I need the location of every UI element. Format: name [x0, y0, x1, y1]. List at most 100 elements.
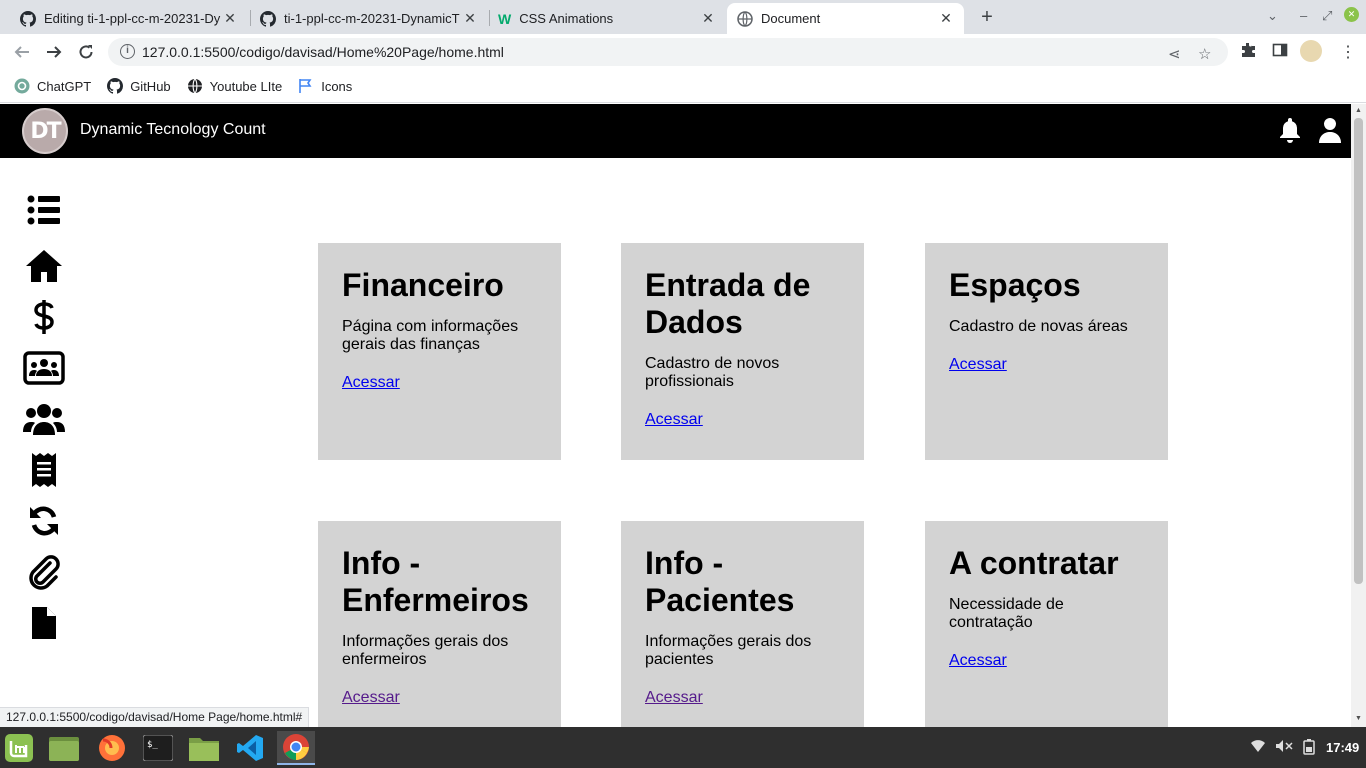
bookmark-chatgpt[interactable]: ChatGPT — [14, 78, 91, 94]
bookmark-label: Youtube LIte — [209, 78, 283, 94]
sidebar-item-documents[interactable] — [18, 603, 70, 643]
reload-button[interactable] — [74, 40, 98, 64]
site-logo[interactable]: DT — [22, 108, 68, 154]
sidebar-item-home[interactable] — [18, 246, 70, 286]
home-icon — [26, 250, 62, 282]
tab-search-icon[interactable]: ⌄ — [1267, 8, 1278, 24]
bookmark-icons[interactable]: Icons — [298, 78, 352, 94]
dollar-icon — [34, 300, 54, 334]
card-title: Espaços — [949, 267, 1081, 303]
globe-icon — [737, 10, 753, 27]
github-icon — [260, 10, 276, 27]
card-description: Cadastro de novos profissionais — [645, 355, 780, 390]
minimize-button[interactable]: – — [1300, 8, 1307, 23]
tab-title: Editing ti-1-ppl-cc-m-20231-Dy — [44, 11, 221, 26]
arrow-right-icon — [47, 46, 62, 58]
bookmark-github[interactable]: GitHub — [107, 78, 171, 94]
tab-editing-repo[interactable]: Editing ti-1-ppl-cc-m-20231-Dy ✕ — [10, 3, 248, 34]
sidebar-item-sync[interactable] — [18, 501, 70, 541]
firefox-icon[interactable] — [95, 731, 129, 765]
github-icon — [107, 78, 124, 94]
site-header: DT Dynamic Tecnology Count — [0, 104, 1351, 158]
terminal-icon[interactable]: $_ — [141, 731, 175, 765]
battery-icon[interactable] — [1302, 739, 1316, 758]
reload-icon — [79, 45, 93, 59]
card-description: Necessidade de contratação — [949, 596, 1064, 631]
tab-title: CSS Animations — [519, 11, 614, 26]
users-icon — [23, 404, 65, 435]
files-icon[interactable] — [47, 731, 81, 765]
close-icon[interactable]: ✕ — [462, 10, 478, 27]
globe-icon — [187, 78, 202, 94]
card-title: Financeiro — [342, 267, 504, 303]
tab-repo[interactable]: ti-1-ppl-cc-m-20231-DynamicT ✕ — [250, 3, 488, 34]
card-link-acessar[interactable]: Acessar — [645, 411, 703, 428]
chatgpt-icon — [14, 78, 30, 94]
share-icon[interactable]: ⋖ — [1168, 45, 1181, 63]
side-panel-icon[interactable] — [1272, 42, 1288, 62]
scroll-down-icon[interactable]: ▼ — [1355, 715, 1362, 722]
volume-muted-icon[interactable] — [1275, 739, 1293, 756]
more-menu-icon[interactable]: ⋮ — [1340, 42, 1356, 62]
receipt-icon — [32, 453, 56, 487]
bell-icon[interactable] — [1278, 116, 1302, 149]
card-link-acessar[interactable]: Acessar — [949, 356, 1007, 373]
back-button[interactable] — [10, 40, 34, 64]
card-title: Info - Enfermeiros — [342, 545, 529, 618]
vscode-icon[interactable] — [233, 731, 267, 765]
tab-document[interactable]: Document ✕ — [727, 3, 964, 34]
sidebar-item-receipt[interactable] — [18, 450, 70, 490]
chrome-icon[interactable] — [277, 731, 315, 765]
bookmarks-bar: ChatGPT GitHub Youtube LIte Icons — [0, 70, 1366, 103]
close-window-button[interactable]: ✕ — [1344, 7, 1359, 22]
profile-avatar[interactable] — [1300, 40, 1322, 62]
card-link-acessar[interactable]: Acessar — [949, 652, 1007, 669]
w3-icon: W — [498, 10, 512, 27]
card-a-contratar: A contratar Necessidade de contratação A… — [925, 521, 1168, 727]
user-icon[interactable] — [1318, 116, 1342, 149]
address-bar[interactable]: i 127.0.0.1:5500/codigo/davisad/Home%20P… — [108, 38, 1228, 66]
scroll-thumb[interactable] — [1354, 118, 1363, 584]
svg-text:$_: $_ — [147, 740, 158, 750]
sidebar-item-finance[interactable] — [18, 297, 70, 337]
scroll-up-icon[interactable]: ▲ — [1355, 107, 1362, 114]
sidebar-item-attachments[interactable] — [18, 552, 70, 592]
file-icon — [32, 607, 56, 639]
sidebar-item-team[interactable] — [18, 348, 70, 388]
card-title: A contratar — [949, 545, 1119, 581]
sidebar-item-people[interactable] — [18, 399, 70, 439]
github-icon — [20, 10, 36, 27]
extensions-puzzle-icon[interactable] — [1240, 42, 1256, 62]
card-link-acessar[interactable]: Acessar — [645, 689, 703, 706]
card-link-acessar[interactable]: Acessar — [342, 689, 400, 706]
close-icon[interactable]: ✕ — [938, 10, 954, 27]
bookmark-youtube[interactable]: Youtube LIte — [187, 78, 283, 94]
browser-tab-strip: Editing ti-1-ppl-cc-m-20231-Dy ✕ ti-1-pp… — [0, 0, 1366, 34]
close-icon[interactable]: ✕ — [700, 10, 716, 27]
tab-title: Document — [761, 11, 821, 26]
sidebar-item-menu[interactable] — [18, 190, 70, 230]
bookmark-star-icon[interactable]: ☆ — [1198, 45, 1211, 63]
mint-menu-icon[interactable] — [2, 731, 36, 765]
forward-button[interactable] — [42, 40, 66, 64]
new-tab-button[interactable]: + — [977, 6, 997, 29]
card-financeiro: Financeiro Página com informações gerais… — [318, 243, 561, 460]
url-text: 127.0.0.1:5500/codigo/davisad/Home%20Pag… — [142, 44, 504, 60]
info-icon[interactable]: i — [120, 44, 135, 59]
clock[interactable]: 17:49 — [1326, 740, 1359, 755]
maximize-button[interactable]: ⤢ — [1322, 8, 1332, 24]
card-espacos: Espaços Cadastro de novas áreas Acessar — [925, 243, 1168, 460]
bookmark-label: ChatGPT — [37, 78, 92, 94]
link-status-bubble: 127.0.0.1:5500/codigo/davisad/Home Page/… — [0, 707, 310, 727]
wifi-icon[interactable] — [1250, 739, 1266, 756]
card-info-enfermeiros: Info - Enfermeiros Informações gerais do… — [318, 521, 561, 727]
card-link-acessar[interactable]: Acessar — [342, 374, 400, 391]
card-description: Cadastro de novas áreas — [949, 318, 1128, 335]
tab-css-animations[interactable]: W CSS Animations ✕ — [488, 3, 726, 34]
arrow-left-icon — [14, 46, 29, 58]
close-icon[interactable]: ✕ — [222, 10, 238, 27]
card-title: Entrada de Dados — [645, 267, 811, 340]
os-taskbar: $_ 17:49 — [0, 727, 1366, 768]
folder-icon[interactable] — [187, 731, 221, 765]
page-scrollbar[interactable]: ▲ ▼ — [1351, 104, 1366, 727]
